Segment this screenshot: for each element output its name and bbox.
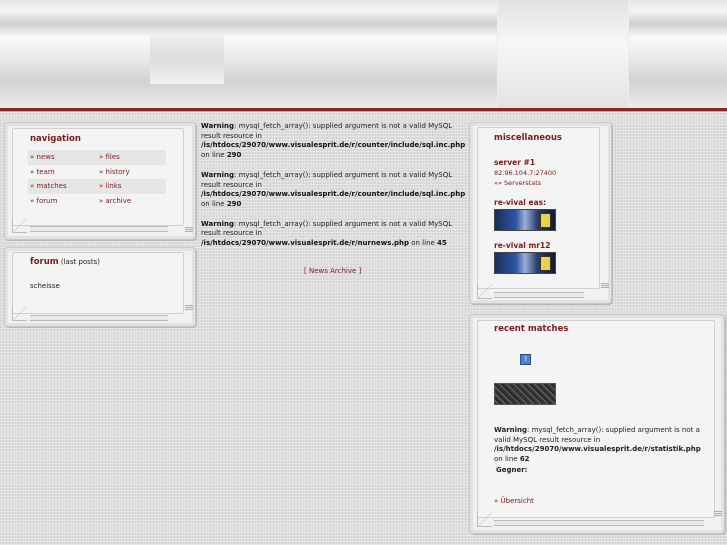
php-warning: Warning: mysql_fetch_array(): supplied a… — [201, 171, 469, 210]
match-thumbnail[interactable] — [494, 383, 556, 405]
navigation-menu: » news » files » team » history » matche… — [28, 150, 166, 208]
revival-eas-title: re-vival eas: — [494, 198, 547, 207]
forum-post-link[interactable]: scheisse — [30, 282, 60, 290]
revival-mr12-title: re-vival mr12 — [494, 241, 551, 250]
nav-link-history[interactable]: » history — [97, 168, 166, 176]
php-warning: Warning: mysql_fetch_array(): supplied a… — [201, 220, 469, 249]
recent-matches-panel — [477, 320, 715, 518]
grip-decoration — [714, 510, 722, 516]
forum-heading: forum (last posts) — [30, 257, 100, 267]
php-warning: Warning: mysql_fetch_array(): supplied a… — [201, 122, 469, 161]
nav-link-forum[interactable]: » forum — [28, 197, 97, 205]
warning-line: 45 — [437, 239, 447, 248]
server-address: 82.96.104.7:27400 — [494, 169, 557, 177]
serverstats-link[interactable]: »» Serverstats — [494, 179, 541, 187]
nav-link-archive[interactable]: » archive — [97, 197, 166, 205]
opponent-label: Gegner: — [496, 466, 528, 474]
match-warning: Warning: mysql_fetch_array(): supplied a… — [494, 426, 704, 465]
forum-subtitle: (last posts) — [60, 258, 100, 266]
header-logo-area — [150, 34, 224, 84]
banner-player-count — [540, 256, 551, 271]
recent-matches-title: recent matches — [494, 324, 569, 334]
nav-row: » matches » links — [28, 179, 166, 194]
warning-line: 290 — [226, 151, 242, 160]
site-header — [0, 0, 727, 108]
recent-matches-footer — [494, 520, 704, 526]
server-title: server #1 — [494, 158, 536, 167]
revival-eas-server-banner[interactable] — [494, 209, 556, 231]
warning-path: /is/htdocs/29070/www.visualesprit.de/r/c… — [201, 141, 466, 150]
warning-path: /is/htdocs/29070/www.visualesprit.de/r/n… — [201, 239, 410, 248]
nav-row: » forum » archive — [28, 194, 166, 209]
grip-decoration — [185, 226, 193, 232]
warning-line: 62 — [519, 455, 530, 464]
warning-label: Warning — [494, 426, 528, 434]
miscellaneous-title: miscellaneous — [494, 133, 562, 143]
news-archive-link[interactable]: [ News Archive ] — [304, 267, 361, 275]
navigation-footer — [30, 226, 168, 232]
navigation-title: navigation — [30, 134, 81, 144]
corner-decoration — [12, 218, 27, 233]
nav-link-links[interactable]: » links — [97, 182, 166, 190]
warning-label: Warning — [201, 219, 235, 228]
warning-label: Warning — [201, 170, 235, 179]
nav-link-team[interactable]: » team — [28, 168, 97, 176]
warning-text: : mysql_fetch_array(): supplied argument… — [201, 122, 453, 140]
warning-label: Warning — [201, 122, 235, 130]
corner-decoration — [477, 512, 492, 527]
nav-row: » team » history — [28, 165, 166, 180]
warning-line-prefix: on line — [494, 455, 520, 464]
header-divider-shadow — [0, 111, 727, 112]
warning-line-prefix: on line — [201, 199, 227, 208]
warning-line: 290 — [226, 199, 242, 208]
warning-text: : mysql_fetch_array(): supplied argument… — [201, 219, 453, 238]
nav-link-news[interactable]: » news — [28, 153, 97, 161]
forum-title: forum — [30, 257, 59, 267]
broken-image-icon: ? — [520, 354, 531, 365]
warning-path: /is/htdocs/29070/www.visualesprit.de/r/c… — [201, 190, 466, 199]
miscellaneous-footer — [494, 292, 584, 298]
nav-row: » news » files — [28, 150, 166, 165]
nav-link-matches[interactable]: » matches — [28, 182, 97, 190]
news-content: Warning: mysql_fetch_array(): supplied a… — [201, 122, 469, 259]
header-image-area — [497, 0, 629, 108]
nav-link-files[interactable]: » files — [97, 153, 166, 161]
grip-decoration — [185, 304, 193, 310]
warning-line-prefix: on line — [409, 239, 438, 248]
banner-player-count — [540, 213, 551, 228]
forum-footer — [30, 315, 168, 321]
revival-mr12-server-banner[interactable] — [494, 252, 556, 274]
overview-link[interactable]: » Übersicht — [494, 497, 534, 505]
warning-text: : mysql_fetch_array(): supplied argument… — [201, 170, 453, 189]
corner-decoration — [12, 306, 27, 321]
corner-decoration — [477, 284, 492, 299]
warning-path: /is/htdocs/29070/www.visualesprit.de/r/s… — [494, 445, 701, 454]
grip-decoration — [601, 282, 609, 288]
warning-line-prefix: on line — [201, 151, 227, 160]
